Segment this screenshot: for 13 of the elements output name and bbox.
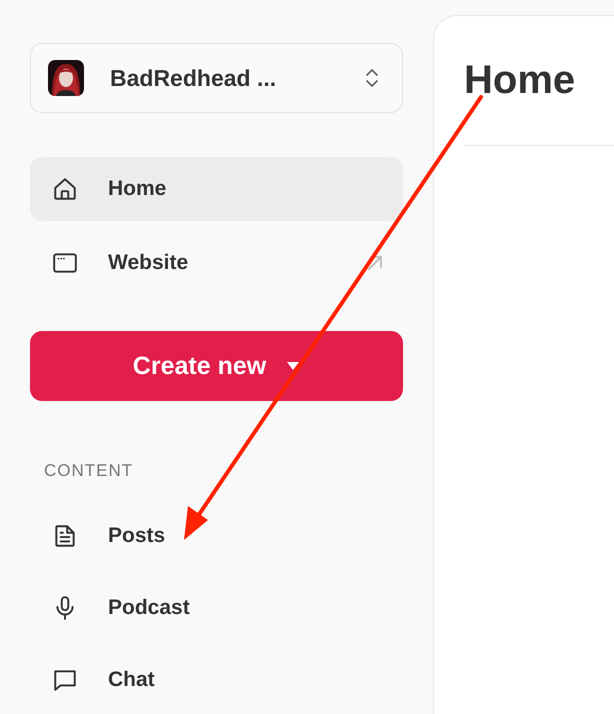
chevron-up-down-icon bbox=[364, 66, 380, 90]
nav-item[interactable]: Website bbox=[30, 231, 403, 295]
create-new-button[interactable]: Create new bbox=[30, 331, 403, 401]
home-icon bbox=[52, 176, 78, 202]
section-heading: CONTENT bbox=[43, 461, 134, 481]
page-title: Home bbox=[464, 57, 576, 104]
account-switcher[interactable]: BadRedhead ... bbox=[30, 43, 403, 113]
account-name: BadRedhead ... bbox=[110, 64, 278, 92]
nav-item[interactable]: Posts bbox=[30, 500, 403, 572]
caret-icon bbox=[286, 361, 300, 371]
nav-item[interactable]: Podcast bbox=[30, 572, 403, 644]
nav-item[interactable]: Chat bbox=[30, 644, 403, 714]
nav-item[interactable]: Home bbox=[30, 157, 403, 221]
